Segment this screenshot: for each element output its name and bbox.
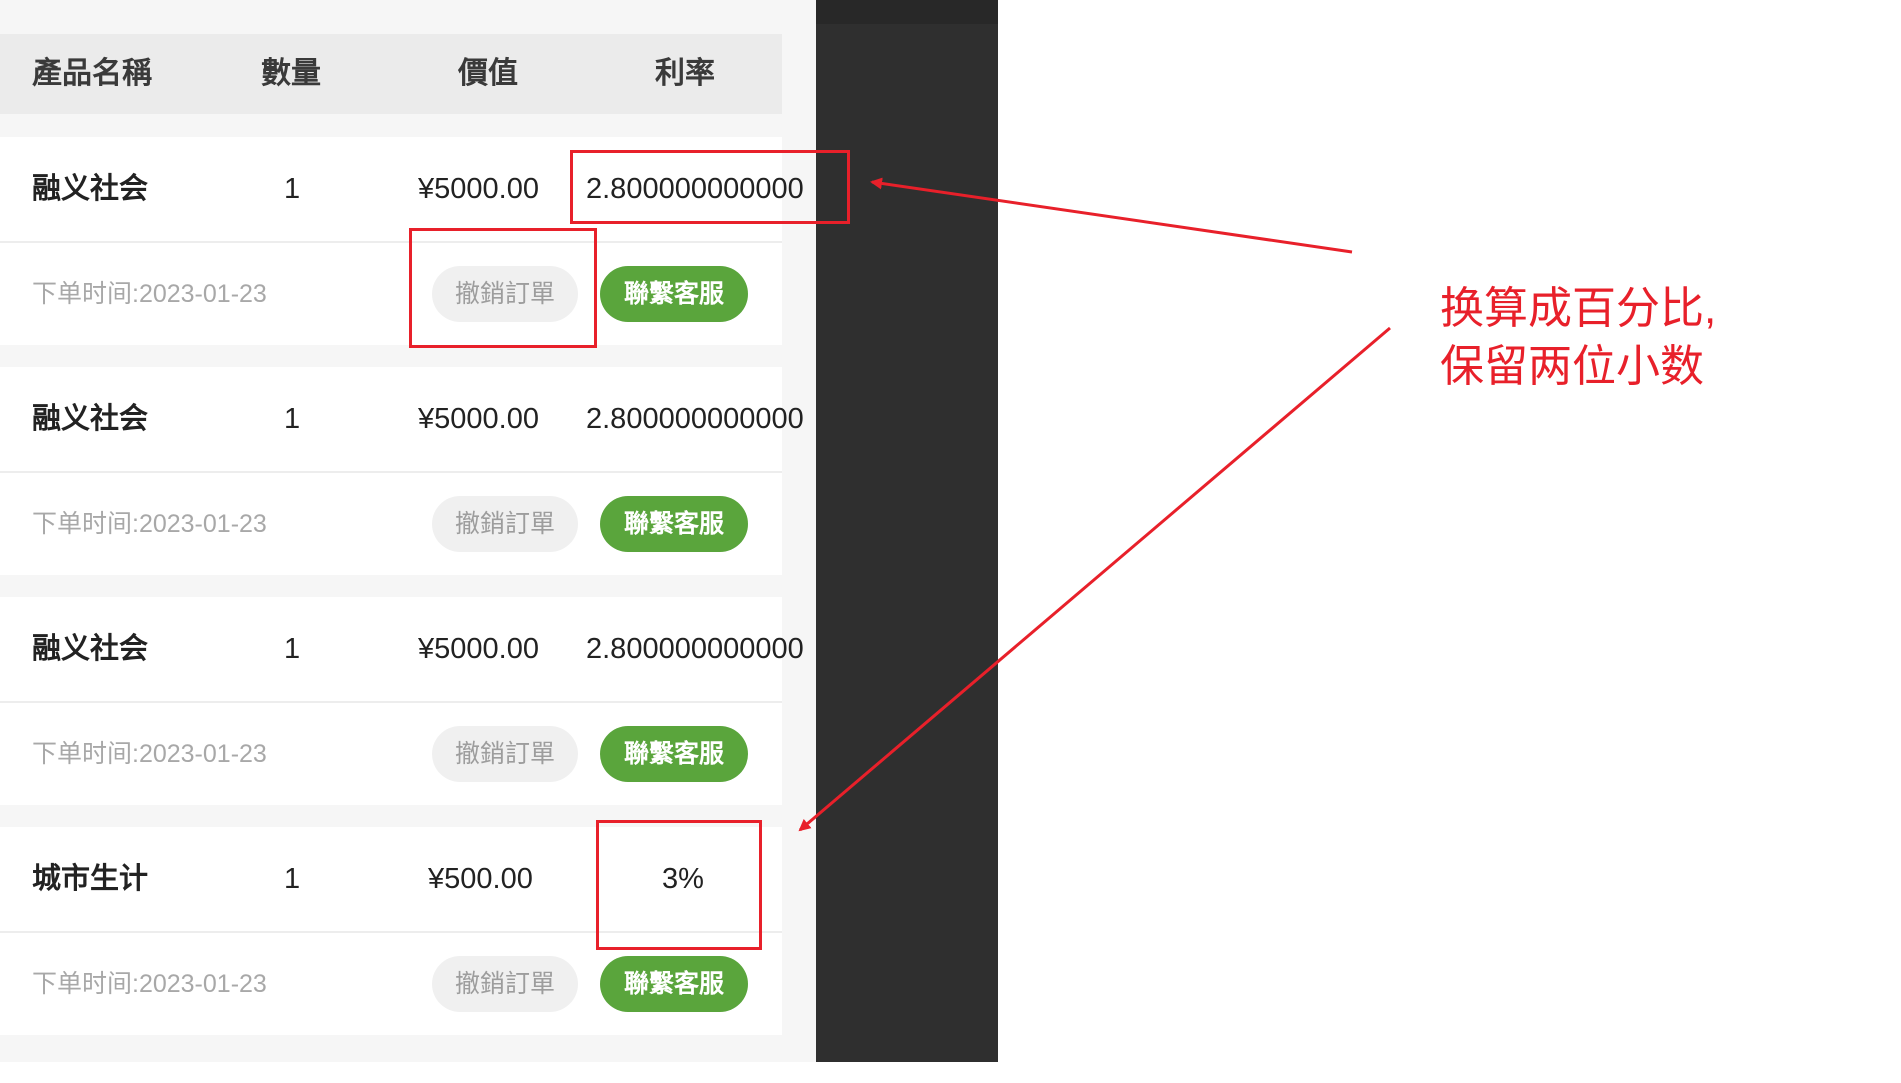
arrow-to-rate <box>870 177 1353 254</box>
annotation-note: 换算成百分比, 保留两位小数 <box>1440 280 1716 396</box>
annotation-arrows <box>798 177 1391 832</box>
arrow-to-percent <box>798 326 1391 832</box>
annotation-line-2: 保留两位小数 <box>1440 342 1704 391</box>
annotation-line-1: 换算成百分比, <box>1440 284 1717 333</box>
